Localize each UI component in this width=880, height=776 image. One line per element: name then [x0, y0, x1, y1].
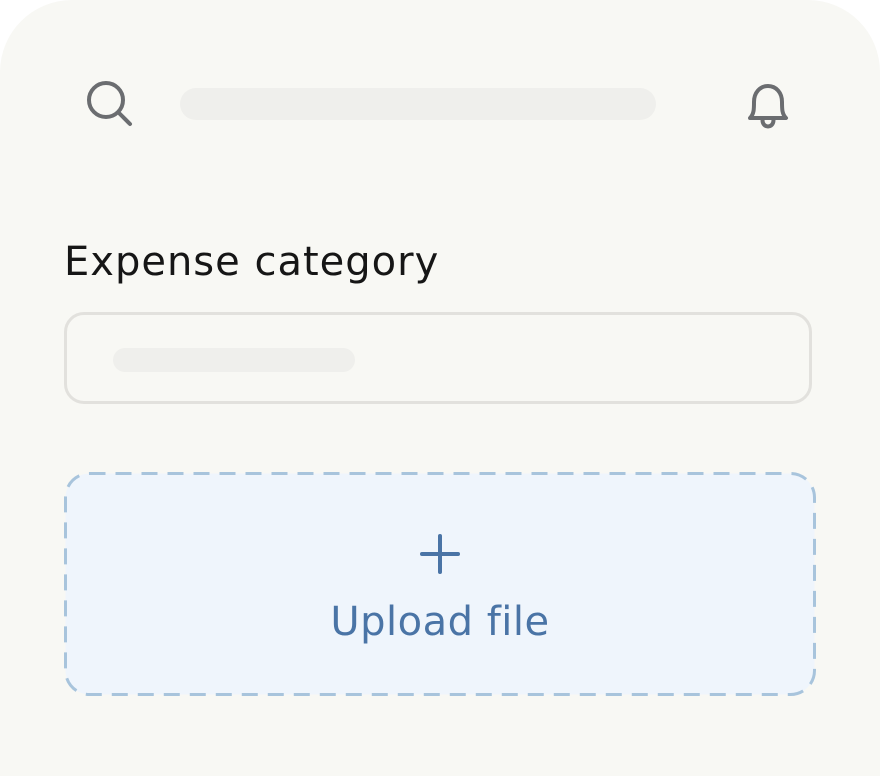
mobile-screen: Expense category Upload file: [0, 0, 880, 776]
search-input-placeholder[interactable]: [180, 88, 656, 120]
notifications-button[interactable]: [736, 72, 800, 136]
upload-file-label: Upload file: [330, 599, 550, 645]
search-icon: [87, 81, 132, 126]
expense-category-label: Expense category: [64, 239, 440, 285]
dropzone-border: [64, 472, 816, 696]
upload-dropzone[interactable]: Upload file: [64, 472, 816, 696]
expense-category-select[interactable]: [64, 312, 812, 404]
bell-icon: [748, 84, 788, 129]
plus-icon: [420, 534, 460, 574]
top-bar: [0, 72, 880, 136]
search-button[interactable]: [78, 72, 142, 136]
select-placeholder-bar: [113, 348, 355, 372]
